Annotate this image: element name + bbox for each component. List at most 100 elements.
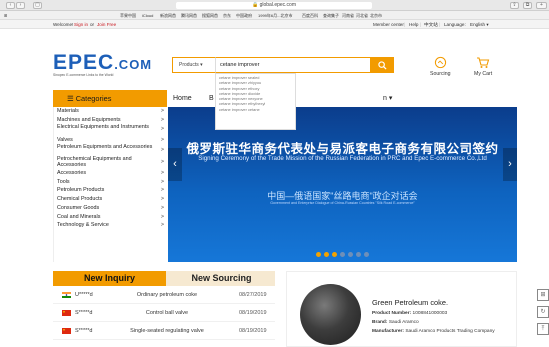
chinese-site-link[interactable]: 中文站	[424, 20, 438, 29]
search-input[interactable]: cetane improver	[215, 57, 371, 73]
sidebar-item-technology[interactable]: Technology & Service >	[54, 221, 167, 230]
suggestion-item[interactable]: cetane improver cetane	[216, 107, 295, 112]
chevron-right-icon: >	[160, 147, 164, 154]
member-center-link[interactable]: Member center	[373, 20, 404, 29]
sidebar-item-coal[interactable]: Coal and Minerals >	[54, 213, 167, 222]
banner-dot[interactable]	[316, 252, 321, 257]
table-row[interactable]: S*****d Control ball valve 08/19/2019	[53, 305, 275, 322]
bookmark-9[interactable]: 百度百科	[302, 11, 318, 20]
bookmark-10[interactable]: 查询集子	[323, 11, 339, 20]
nav-home[interactable]: Home	[173, 90, 192, 107]
new-tab-icon[interactable]: +	[536, 2, 547, 9]
banner-dot[interactable]	[332, 252, 337, 257]
search-icon	[378, 60, 387, 70]
bookmark-1[interactable]: 苹果中国	[120, 11, 136, 20]
grid-icon[interactable]: ⊞	[4, 11, 7, 20]
banner-dot[interactable]	[356, 252, 361, 257]
chevron-right-icon: >	[160, 196, 164, 203]
refresh-float-icon[interactable]: ↻	[537, 306, 549, 318]
caret-down-icon: ▾	[486, 22, 489, 27]
banner-prev-icon[interactable]: ‹	[168, 148, 182, 181]
banner-dot[interactable]	[348, 252, 353, 257]
bookmarks-bar: ⊞ 苹果中国 iCloud 新浪网首 腾讯网首 搜狐网首 京东 中国政府 199…	[0, 11, 549, 20]
cart-float-icon[interactable]: ⊞	[537, 289, 549, 301]
menu-icon: ☰	[67, 94, 76, 103]
table-row[interactable]: U*****d Ordinary petroleum coke 08/27/20…	[53, 287, 275, 304]
china-flag-icon	[62, 310, 71, 316]
sidebar-item-chemical[interactable]: Chemical Products >	[54, 195, 167, 204]
bookmark-8[interactable]: 1999年6月...北京市	[258, 11, 292, 20]
chevron-right-icon: >	[160, 137, 164, 144]
search-category-select[interactable]: Products ▾	[172, 57, 216, 73]
bookmark-2[interactable]: iCloud	[142, 11, 153, 20]
my-cart-link[interactable]: My Cart	[474, 56, 492, 77]
banner-dot[interactable]	[324, 252, 329, 257]
buyer-name: S*****d	[75, 328, 93, 334]
table-row[interactable]: S*****d Single-seated regulating valve 0…	[53, 323, 275, 340]
share-icon[interactable]: ⇪	[510, 2, 519, 9]
sidebar-item-accessories[interactable]: Accessories >	[54, 169, 167, 178]
cart-icon	[477, 57, 490, 68]
product-title[interactable]: Green Petroleum coke.	[372, 298, 448, 307]
address-bar[interactable]: 🔒 global.epec.com	[176, 2, 372, 9]
nav-item-n[interactable]: n ▾	[383, 90, 392, 107]
bookmark-11[interactable]: 河南省	[342, 11, 354, 20]
forward-button[interactable]: ›	[16, 2, 25, 9]
sidebar-item-petroleum-products[interactable]: Petroleum Products >	[54, 186, 167, 195]
india-flag-icon	[62, 292, 71, 298]
sidebar-item-materials[interactable]: Materials >	[54, 107, 167, 116]
caret-down-icon: ▾	[388, 95, 393, 102]
bookmark-6[interactable]: 京东	[223, 11, 231, 20]
help-link[interactable]: Help	[409, 20, 418, 29]
epec-logo[interactable]: EPEC.COM	[53, 52, 152, 73]
bookmark-12[interactable]: 河北省	[356, 11, 368, 20]
bookmark-4[interactable]: 腾讯网首	[181, 11, 197, 20]
banner-next-icon[interactable]: ›	[503, 148, 517, 181]
sign-in-link[interactable]: Sign in	[74, 20, 88, 29]
bookmark-13[interactable]: 北京市	[370, 11, 382, 20]
inquiry-item[interactable]: Control ball valve	[108, 305, 226, 322]
sidebar-item-electrical[interactable]: Electrical Equipments and Instruments >	[54, 124, 167, 136]
sidebar-item-consumer[interactable]: Consumer Goods >	[54, 204, 167, 213]
tab-new-inquiry[interactable]: New Inquiry	[53, 271, 166, 286]
tabs-icon[interactable]: ⧉	[523, 2, 532, 9]
language-select[interactable]: English ▾	[470, 20, 489, 29]
bookmark-5[interactable]: 搜狐网首	[202, 11, 218, 20]
back-button[interactable]: ‹	[6, 2, 15, 9]
search-suggestions: cetane improver sealed cetane improver z…	[215, 73, 296, 130]
or-text: or	[90, 22, 95, 27]
chevron-right-icon: >	[160, 170, 164, 177]
chevron-right-icon: >	[160, 187, 164, 194]
banner-dot[interactable]	[364, 252, 369, 257]
sourcing-icon	[434, 56, 446, 69]
bookmark-3[interactable]: 新浪网首	[160, 11, 176, 20]
site-topbar: Welcome! Sign in or Join Free Member cen…	[0, 20, 549, 29]
chevron-right-icon: >	[160, 126, 164, 133]
nav-item-b[interactable]: B	[209, 90, 214, 107]
search-button[interactable]	[371, 57, 394, 73]
tab-new-sourcing[interactable]: New Sourcing	[168, 271, 275, 286]
sourcing-link[interactable]: Sourcing	[430, 56, 450, 77]
categories-button[interactable]: ☰ Categories	[53, 90, 167, 107]
bookmark-7[interactable]: 中国政府	[236, 11, 252, 20]
hero-banner[interactable]: 俄罗斯驻华商务代表处与易派客电子商务有限公司签约 Signing Ceremon…	[168, 107, 517, 262]
inquiry-item[interactable]: Ordinary petroleum coke	[108, 287, 226, 304]
product-image[interactable]	[300, 284, 361, 345]
join-free-link[interactable]: Join Free	[97, 20, 116, 29]
cart-label: My Cart	[474, 71, 493, 77]
product-number: Product Number: 1008841000003	[372, 311, 448, 316]
china-flag-icon	[62, 328, 71, 334]
banner-dot[interactable]	[340, 252, 345, 257]
inquiry-item[interactable]: Single-seated regulating valve	[108, 323, 226, 340]
sidebar-toggle-icon[interactable]: ▢	[33, 2, 42, 9]
banner-subtitle-en: Government and Enterprise Dialogue of Ch…	[270, 201, 415, 205]
sidebar-item-petrochemical[interactable]: Petrochemical Equipments and Accessories…	[54, 157, 167, 169]
back-to-top-icon[interactable]: ⤒	[537, 323, 549, 335]
divider: |	[439, 22, 441, 27]
language-label: Language:	[444, 22, 466, 27]
sidebar-item-petroleum-equipments[interactable]: Petroleum Equipments and Accessories >	[54, 145, 167, 157]
sidebar-item-tools[interactable]: Tools >	[54, 178, 167, 187]
chevron-right-icon: >	[160, 213, 164, 220]
inquiry-date: 08/19/2019	[239, 328, 267, 334]
lock-icon: 🔒	[251, 2, 260, 8]
